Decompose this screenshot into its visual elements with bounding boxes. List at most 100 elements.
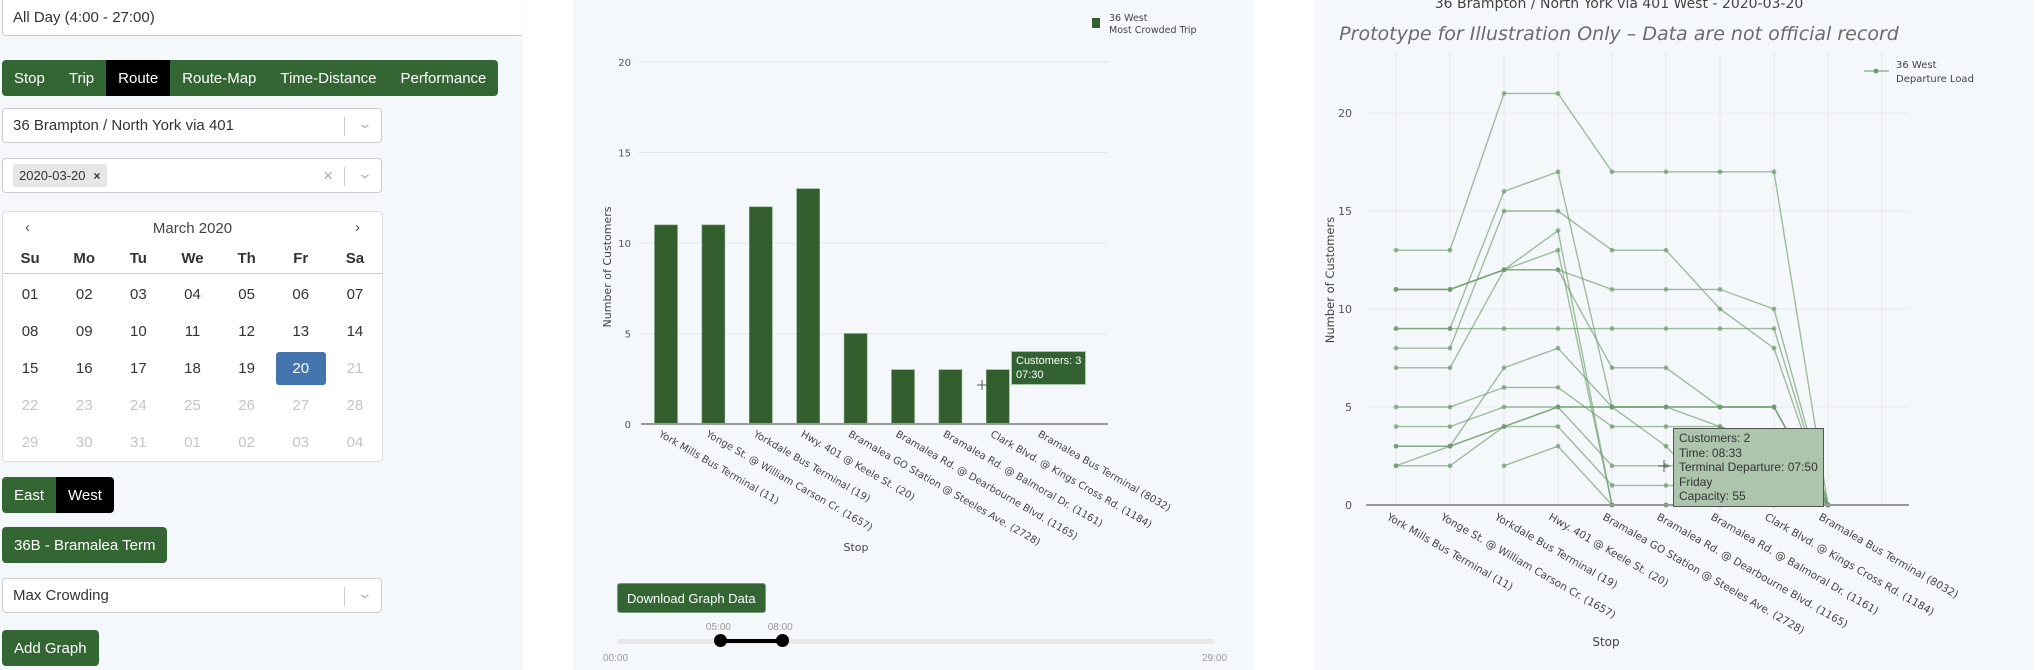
series-point[interactable] <box>1609 404 1615 410</box>
legend-marker[interactable] <box>1873 68 1879 74</box>
calendar-day[interactable]: 15 <box>5 352 55 385</box>
series-point[interactable] <box>1555 424 1561 429</box>
series-point[interactable] <box>1447 287 1453 292</box>
direction-east[interactable]: East <box>2 477 57 513</box>
series-point[interactable] <box>1501 189 1507 194</box>
series-point[interactable] <box>1609 463 1615 469</box>
series-point[interactable] <box>1609 483 1615 488</box>
calendar-day[interactable]: 14 <box>330 315 380 348</box>
tab-route[interactable]: Route <box>106 60 171 96</box>
series-point[interactable] <box>1447 345 1453 351</box>
time-slider-high-handle[interactable] <box>775 634 789 647</box>
calendar-day[interactable]: 04 <box>167 278 217 311</box>
series-point[interactable] <box>1717 326 1723 331</box>
series-point[interactable] <box>1447 365 1453 371</box>
chevron-down-icon[interactable]: ⌄ <box>357 115 373 132</box>
series-point[interactable] <box>1663 443 1669 449</box>
series-point[interactable] <box>1717 287 1723 292</box>
date-select[interactable]: 2020-03-20 × × ⌄ <box>2 158 382 193</box>
legend-swatch[interactable] <box>1092 18 1100 28</box>
series-point[interactable] <box>1447 463 1453 469</box>
series-point[interactable] <box>1609 424 1615 429</box>
route-select[interactable]: 36 Brampton / North York via 401 ⌄ <box>2 108 382 143</box>
series-point[interactable] <box>1609 287 1615 292</box>
series-point[interactable] <box>1555 228 1561 234</box>
series-point[interactable] <box>1663 404 1669 410</box>
calendar-day[interactable]: 01 <box>5 278 55 311</box>
series-point[interactable] <box>1447 424 1453 429</box>
calendar-day[interactable]: 07 <box>330 278 380 311</box>
series-point[interactable] <box>1447 443 1453 449</box>
series-point[interactable] <box>1393 365 1399 371</box>
calendar-day[interactable]: 11 <box>167 315 217 348</box>
series-point[interactable] <box>1771 306 1777 312</box>
calendar-day[interactable]: 16 <box>59 352 109 385</box>
bar[interactable] <box>654 224 678 425</box>
bar[interactable] <box>843 333 868 425</box>
calendar-day[interactable]: 02 <box>59 278 109 311</box>
series-point[interactable] <box>1393 326 1399 331</box>
series-point[interactable] <box>1555 247 1561 253</box>
series-point[interactable] <box>1663 424 1669 429</box>
calendar-day[interactable]: 06 <box>276 278 326 311</box>
bar[interactable] <box>749 206 773 425</box>
series-point[interactable] <box>1555 443 1561 449</box>
series-point[interactable] <box>1501 404 1507 410</box>
add-graph-button[interactable]: Add Graph <box>2 630 99 666</box>
bar[interactable] <box>796 188 820 425</box>
series-point[interactable] <box>1663 287 1669 292</box>
bar[interactable] <box>891 369 915 425</box>
series-point[interactable] <box>1501 365 1507 371</box>
series-point[interactable] <box>1393 463 1399 469</box>
series-point[interactable] <box>1501 385 1507 390</box>
series-point[interactable] <box>1393 443 1399 449</box>
tab-performance[interactable]: Performance <box>389 60 499 96</box>
series-point[interactable] <box>1501 91 1507 96</box>
series-point[interactable] <box>1393 345 1399 351</box>
series-point[interactable] <box>1609 365 1615 371</box>
legend-label[interactable]: Departure Load <box>1896 74 1974 85</box>
calendar-day[interactable]: 18 <box>167 352 217 385</box>
bar[interactable] <box>701 224 726 425</box>
branch-button[interactable]: 36B - Bramalea Term <box>2 527 168 563</box>
direction-west[interactable]: West <box>56 477 114 513</box>
calendar-day[interactable]: 09 <box>59 315 109 348</box>
legend-label[interactable]: 36 West <box>1109 13 1148 24</box>
time-slider-low-handle[interactable] <box>713 634 727 647</box>
series-point[interactable] <box>1663 365 1669 371</box>
series-point[interactable] <box>1555 169 1561 175</box>
line-chart[interactable]: 36 Brampton / North York via 401 West - … <box>1314 0 2033 670</box>
series-point[interactable] <box>1717 306 1723 312</box>
series-point[interactable] <box>1609 169 1615 175</box>
series-point[interactable] <box>1663 326 1669 331</box>
tab-time-distance[interactable]: Time-Distance <box>268 60 388 96</box>
series-point[interactable] <box>1447 326 1453 331</box>
calendar-day[interactable]: 10 <box>113 315 163 348</box>
calendar-day[interactable]: 03 <box>113 278 163 311</box>
calendar-day[interactable]: 17 <box>113 352 163 385</box>
series-point[interactable] <box>1393 404 1399 410</box>
series-point[interactable] <box>1393 247 1399 253</box>
series-point[interactable] <box>1447 404 1453 410</box>
time-range-select[interactable]: All Day (4:00 - 27:00) <box>2 0 522 36</box>
bar-chart[interactable]: 05101520Number of CustomersYork Mills Bu… <box>573 0 1254 570</box>
series-point[interactable] <box>1609 247 1615 253</box>
series-point[interactable] <box>1555 385 1561 390</box>
bar[interactable] <box>938 369 963 425</box>
tab-trip[interactable]: Trip <box>57 60 106 96</box>
tab-route-map[interactable]: Route-Map <box>170 60 268 96</box>
time-slider-track[interactable] <box>617 639 1214 644</box>
series-point[interactable] <box>1555 208 1561 214</box>
series-point[interactable] <box>1663 483 1669 488</box>
prev-month-icon[interactable]: ‹ <box>25 219 30 236</box>
series-point[interactable] <box>1717 169 1723 175</box>
series-point[interactable] <box>1393 424 1399 429</box>
series-point[interactable] <box>1501 208 1507 214</box>
series-point[interactable] <box>1771 326 1777 331</box>
tab-stop[interactable]: Stop <box>2 60 57 96</box>
download-graph-data-button[interactable]: Download Graph Data <box>617 583 766 613</box>
series-point[interactable] <box>1393 287 1399 292</box>
metric-select[interactable]: Max Crowding ⌄ <box>2 578 382 613</box>
series-point[interactable] <box>1501 424 1507 429</box>
calendar-day[interactable]: 05 <box>222 278 272 311</box>
